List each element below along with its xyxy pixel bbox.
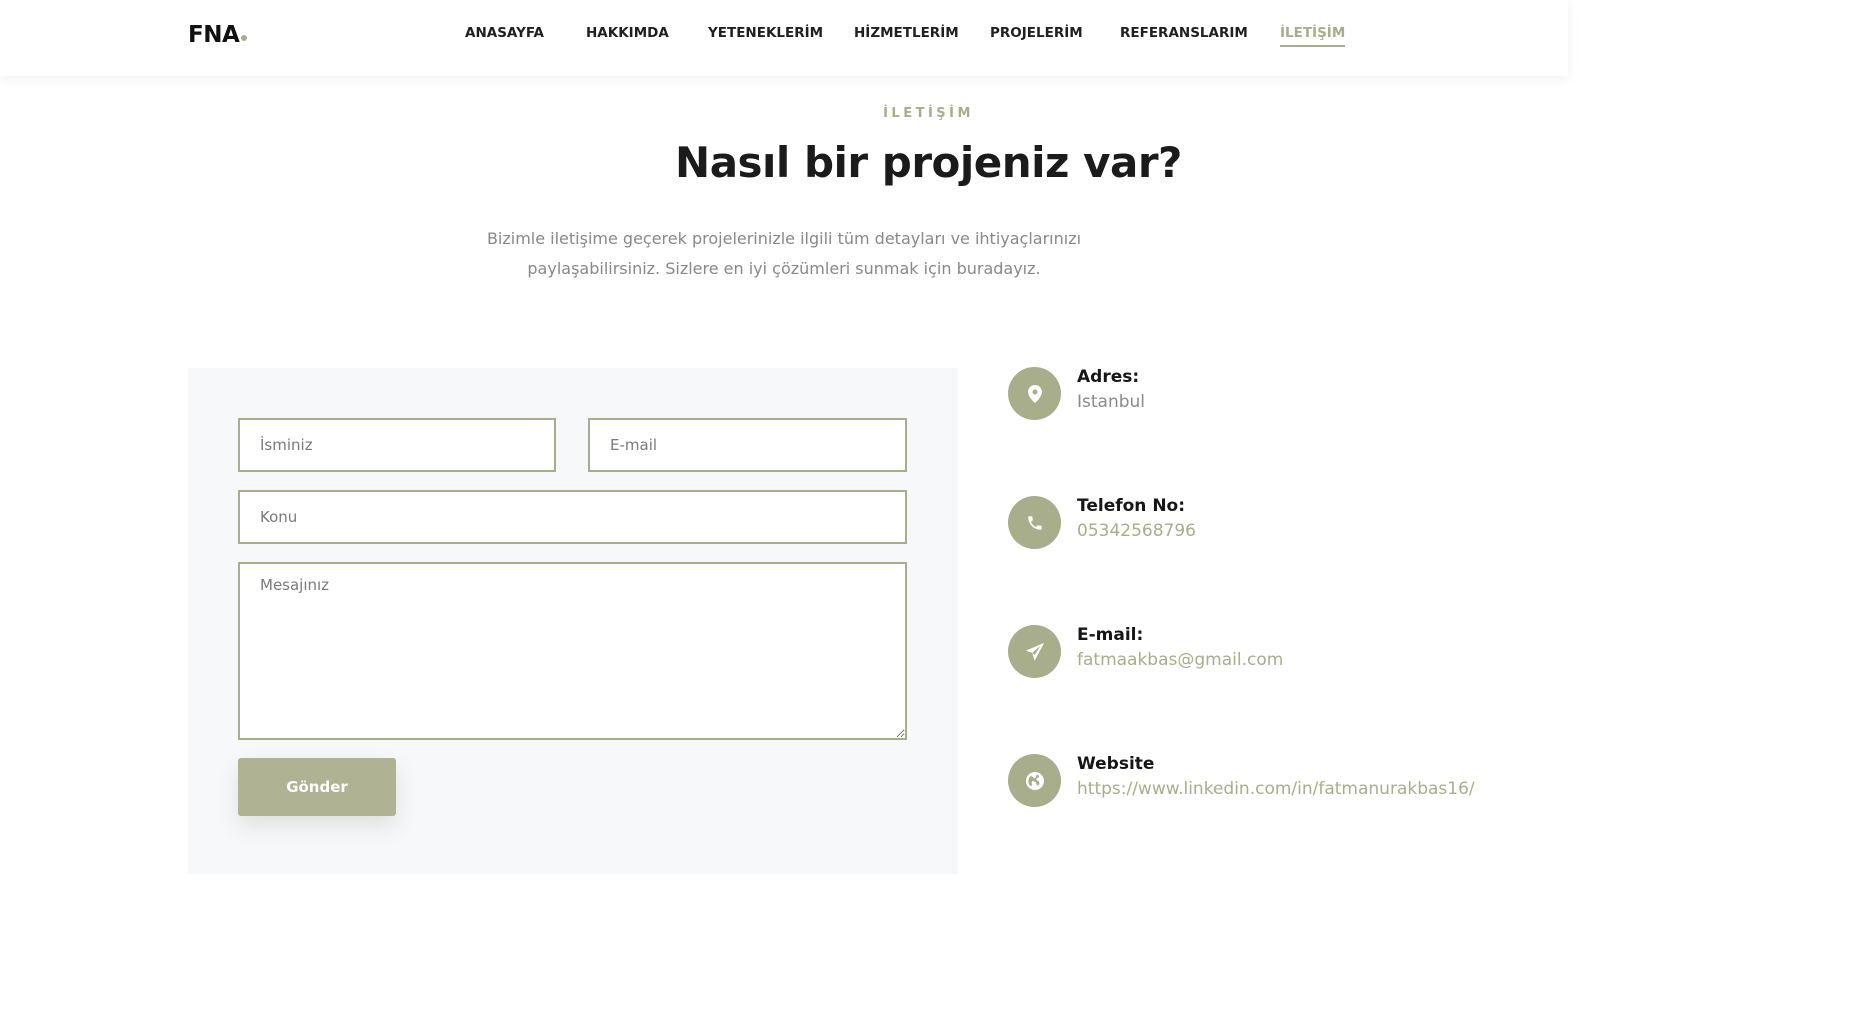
phone-label: Telefon No: [1077,496,1186,516]
address-value: Istanbul [1077,392,1146,412]
nav-item-hizmetlerim[interactable]: HİZMETLERİM [854,25,959,41]
nav-item-hakkimda[interactable]: HAKKIMDA [586,25,669,41]
name-input[interactable] [238,418,556,472]
contact-phone: Telefon No: 05342568796 [1008,496,1548,556]
site-header: FNA ANASAYFA HAKKIMDA YETENEKLERİM HİZME… [0,0,1568,76]
map-pin-icon [1008,367,1061,420]
email-input[interactable] [588,418,907,472]
nav-item-projelerim[interactable]: PROJELERİM [990,25,1083,41]
email-link[interactable]: fatmaakbas@gmail.com [1077,650,1283,670]
contact-address: Adres: Istanbul [1008,367,1548,427]
description-line-1: Bizimle iletişime geçerek projelerinizle… [486,229,1082,248]
nav-item-yeteneklerim[interactable]: YETENEKLERİM [708,25,823,41]
nav-item-anasayfa[interactable]: ANASAYFA [465,25,544,41]
address-label: Adres: [1077,367,1140,387]
nav-item-iletisim[interactable]: İLETİŞİM [1280,25,1346,47]
section-description: Bizimle iletişime geçerek projelerinizle… [434,224,1134,284]
paper-plane-icon [1008,625,1061,678]
website-label: Website [1077,754,1155,774]
contact-form: Gönder [188,368,958,874]
phone-icon [1008,496,1061,549]
message-textarea[interactable] [238,562,907,740]
globe-icon [1008,754,1061,807]
nav-item-referanslarim[interactable]: REFERANSLARIM [1120,25,1248,41]
section-eyebrow: İLETİŞİM [883,106,974,121]
main-nav: ANASAYFA HAKKIMDA YETENEKLERİM HİZMETLER… [0,25,1568,51]
description-line-2: paylaşabilirsiniz. Sizlere en iyi çözüml… [527,259,1041,278]
subject-input[interactable] [238,490,907,544]
send-button[interactable]: Gönder [238,758,396,816]
website-link[interactable]: https://www.linkedin.com/in/fatmanurakba… [1077,779,1475,799]
contact-email: E-mail: fatmaakbas@gmail.com [1008,625,1548,685]
section-title: Nasıl bir projeniz var? [675,138,1182,187]
email-label: E-mail: [1077,625,1144,645]
contact-website: Website https://www.linkedin.com/in/fatm… [1008,754,1548,814]
phone-link[interactable]: 05342568796 [1077,521,1196,541]
